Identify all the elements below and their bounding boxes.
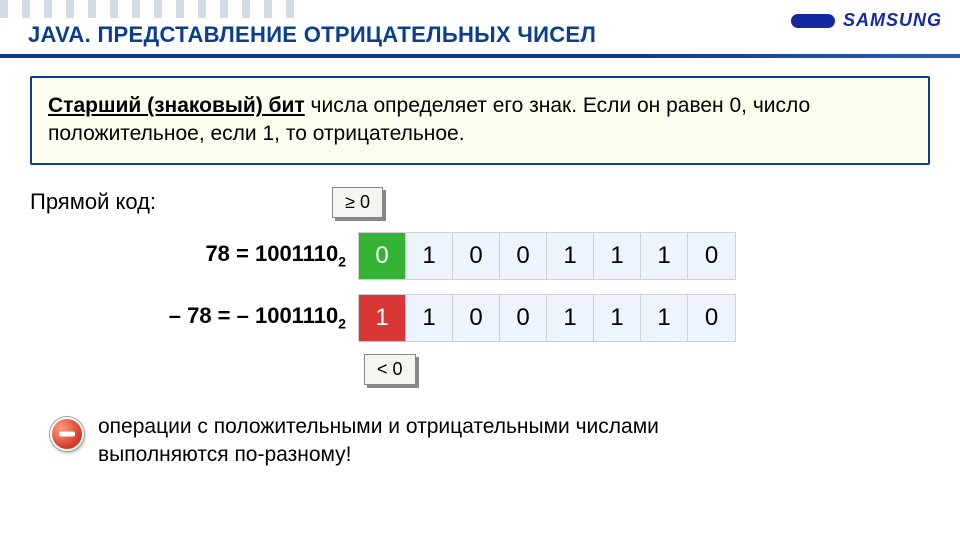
- bit-cell: 1: [547, 295, 594, 341]
- slide-title: JAVA. ПРЕДСТАВЛЕНИЕ ОТРИЦАТЕЛЬНЫХ ЧИСЕЛ: [28, 22, 596, 48]
- badge-nonneg: ≥ 0: [332, 187, 383, 218]
- logo-oval-icon: [791, 14, 835, 28]
- eq-label-text: – 78 = – 1001110: [169, 303, 338, 328]
- eq-label-sub: 2: [338, 254, 346, 270]
- bit-cell: 1: [547, 233, 594, 279]
- bit-cell: 0: [688, 295, 735, 341]
- logo-text: SAMSUNG: [843, 10, 942, 31]
- bit-cell: 0: [453, 233, 500, 279]
- definition-box: Старший (знаковый) бит числа определяет …: [30, 76, 930, 165]
- warning-row: операции с положительными и отрицательны…: [30, 413, 930, 470]
- equation-row-positive: 78 = 10011102 0 1 0 0 1 1 1 0: [30, 232, 930, 280]
- bit-cell: 0: [500, 233, 547, 279]
- bit-cell: 1: [594, 295, 641, 341]
- bit-cell: 0: [500, 295, 547, 341]
- definition-term: Старший (знаковый) бит: [48, 94, 305, 117]
- bit-cell: 1: [641, 295, 688, 341]
- header-decoration: [0, 0, 300, 18]
- equation-label-positive: 78 = 10011102: [30, 241, 358, 269]
- no-entry-icon: [50, 417, 84, 451]
- bit-cell: 1: [641, 233, 688, 279]
- header-underline-accent: [640, 54, 960, 58]
- bit-cell: 0: [453, 295, 500, 341]
- sign-bit: 1: [359, 295, 406, 341]
- equation-row-negative: – 78 = – 10011102 1 1 0 0 1 1 1 0: [30, 294, 930, 342]
- bit-strip-positive: 0 1 0 0 1 1 1 0: [358, 232, 736, 280]
- eq-label-text: 78 = 1001110: [205, 241, 338, 266]
- direct-code-row: Прямой код: ≥ 0: [30, 187, 930, 218]
- slide-content: Старший (знаковый) бит числа определяет …: [0, 58, 960, 487]
- eq-label-sub: 2: [338, 316, 346, 332]
- bit-strip-negative: 1 1 0 0 1 1 1 0: [358, 294, 736, 342]
- equation-label-negative: – 78 = – 10011102: [30, 303, 358, 331]
- direct-code-label: Прямой код:: [30, 189, 156, 215]
- slide-header: JAVA. ПРЕДСТАВЛЕНИЕ ОТРИЦАТЕЛЬНЫХ ЧИСЕЛ …: [0, 0, 960, 58]
- bit-cell: 1: [406, 295, 453, 341]
- bit-cell: 1: [594, 233, 641, 279]
- bit-cell: 1: [406, 233, 453, 279]
- sign-bit: 0: [359, 233, 406, 279]
- badge-neg: < 0: [364, 354, 416, 385]
- samsung-logo: SAMSUNG: [791, 10, 942, 31]
- warning-text: операции с положительными и отрицательны…: [98, 413, 738, 470]
- bit-cell: 0: [688, 233, 735, 279]
